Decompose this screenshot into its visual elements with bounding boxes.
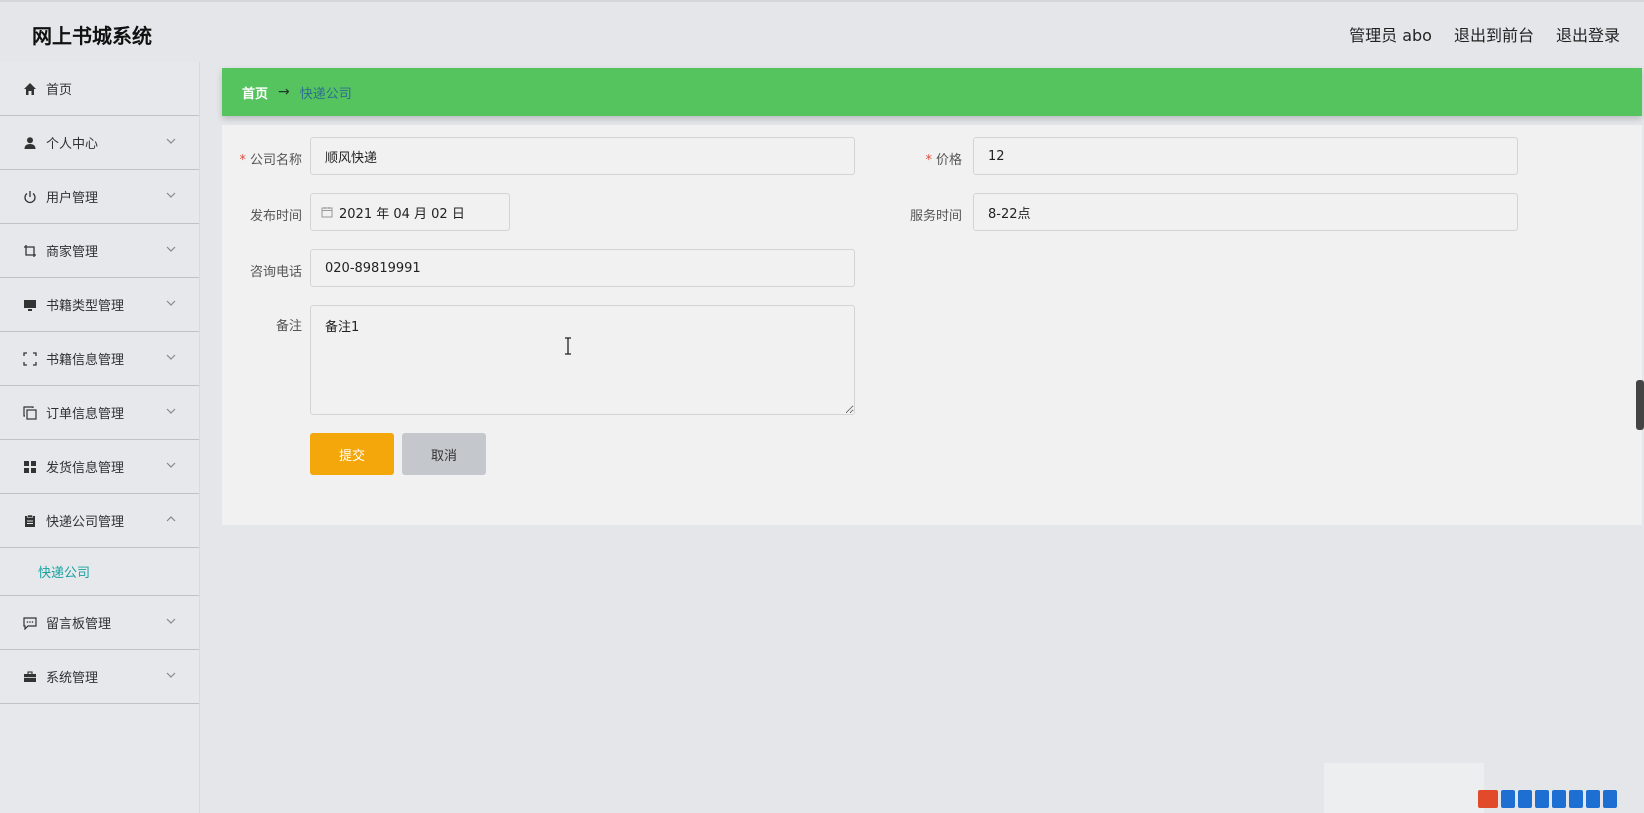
sidebar-item-shipping-info-management[interactable]: 发货信息管理 (0, 440, 199, 494)
ime-keyboard-icon[interactable] (1569, 790, 1583, 808)
exit-to-frontend-link[interactable]: 退出到前台 (1454, 22, 1534, 46)
chevron-up-icon (166, 516, 176, 522)
monitor-icon (22, 297, 38, 313)
ime-voice-icon[interactable] (1552, 790, 1566, 808)
briefcase-icon (22, 669, 38, 685)
sidebar-item-label: 首页 (46, 83, 73, 98)
ime-punct-icon[interactable] (1518, 790, 1532, 808)
app-title: 网上书城系统 (32, 24, 152, 48)
ime-settings-icon[interactable] (1603, 790, 1617, 808)
chevron-down-icon (166, 192, 176, 198)
sidebar-item-system-management[interactable]: 系统管理 (0, 650, 199, 704)
sidebar-item-label: 留言板管理 (46, 617, 112, 632)
sidebar-item-message-board-management[interactable]: 留言板管理 (0, 596, 199, 650)
logout-link[interactable]: 退出登录 (1556, 22, 1620, 46)
sidebar-item-home[interactable]: 首页 (0, 62, 199, 116)
chevron-down-icon (166, 354, 176, 360)
clipboard-icon (22, 513, 38, 529)
sidebar-subitem-courier-company[interactable]: 快递公司 (0, 548, 199, 596)
price-label: * 价格 (882, 149, 962, 168)
service-time-label: 服务时间 (909, 209, 962, 224)
breadcrumb: 首页 → 快递公司 (222, 68, 1642, 116)
breadcrumb-home-link[interactable]: 首页 (242, 83, 268, 102)
chevron-down-icon (166, 462, 176, 468)
chevron-down-icon (166, 138, 176, 144)
sidebar-item-label: 书籍类型管理 (46, 299, 125, 314)
sidebar: 首页 个人中心 用户管理 商家管理 书籍类型管理 书籍信息管理 订单信息管理 发… (0, 62, 200, 813)
chevron-down-icon (166, 300, 176, 306)
calendar-icon (321, 207, 333, 218)
breadcrumb-current: 快递公司 (299, 86, 352, 102)
chevron-down-icon (166, 672, 176, 678)
phone-label: 咨询电话 (249, 265, 302, 280)
sidebar-item-book-type-management[interactable]: 书籍类型管理 (0, 278, 199, 332)
ime-user-icon[interactable] (1586, 790, 1600, 808)
top-header: 网上书城系统 管理员 abo 退出到前台 退出登录 (0, 0, 1644, 62)
form-panel: *公司名称 *价格 发布时间 2021 年 04 月 02 日 服务时间 咨询电… (222, 125, 1642, 525)
ime-logo-icon[interactable] (1478, 790, 1498, 808)
remark-textarea[interactable]: 备注1 (310, 305, 855, 415)
sidebar-item-label: 快递公司管理 (46, 515, 125, 530)
sidebar-item-personal-center[interactable]: 个人中心 (0, 116, 199, 170)
publish-date-picker[interactable]: 2021 年 04 月 02 日 (310, 193, 510, 231)
ime-lang-icon[interactable] (1501, 790, 1515, 808)
sidebar-item-user-management[interactable]: 用户管理 (0, 170, 199, 224)
ime-emoji-icon[interactable] (1535, 790, 1549, 808)
grid-icon (22, 459, 38, 475)
power-icon (22, 189, 38, 205)
chevron-down-icon (166, 246, 176, 252)
sidebar-item-courier-company-management[interactable]: 快递公司管理 (0, 494, 199, 548)
publish-date-value: 2021 年 04 月 02 日 (339, 206, 465, 222)
sidebar-item-merchant-management[interactable]: 商家管理 (0, 224, 199, 278)
cancel-button[interactable]: 取消 (402, 433, 486, 475)
submit-button[interactable]: 提交 (310, 433, 394, 475)
sidebar-item-label: 订单信息管理 (46, 407, 125, 422)
copy-icon (22, 405, 38, 421)
header-links: 管理员 abo 退出到前台 退出登录 (1349, 22, 1620, 46)
sidebar-item-label: 个人中心 (46, 137, 99, 152)
sidebar-item-label: 系统管理 (46, 671, 99, 686)
sidebar-item-label: 书籍信息管理 (46, 353, 125, 368)
service-time-input[interactable] (973, 193, 1518, 231)
text-cursor-icon (565, 337, 571, 355)
tray-background (1324, 763, 1484, 813)
admin-user-link[interactable]: 管理员 abo (1349, 22, 1432, 46)
sidebar-item-label: 用户管理 (46, 191, 99, 206)
sidebar-item-book-info-management[interactable]: 书籍信息管理 (0, 332, 199, 386)
required-mark: * (925, 153, 932, 168)
user-icon (22, 135, 38, 151)
chevron-down-icon (166, 408, 176, 414)
home-icon (22, 81, 38, 97)
chat-icon (22, 615, 38, 631)
sidebar-item-order-info-management[interactable]: 订单信息管理 (0, 386, 199, 440)
company-name-label: * 公司名称 (222, 149, 302, 168)
breadcrumb-separator: → (278, 84, 290, 100)
chevron-down-icon (166, 618, 176, 624)
fullscreen-icon (22, 351, 38, 367)
sidebar-item-label: 商家管理 (46, 245, 99, 260)
company-name-input[interactable] (310, 137, 855, 175)
price-input[interactable] (973, 137, 1518, 175)
page-scrollbar[interactable] (1636, 380, 1644, 430)
required-mark: * (239, 153, 246, 168)
price-label-text: 价格 (935, 153, 962, 168)
company-name-label-text: 公司名称 (249, 153, 302, 168)
remark-label: 备注 (275, 319, 302, 334)
publish-time-label: 发布时间 (249, 209, 302, 224)
sidebar-item-label: 发货信息管理 (46, 461, 125, 476)
ime-toolbar (1478, 787, 1638, 811)
crop-icon (22, 243, 38, 259)
phone-input[interactable] (310, 249, 855, 287)
